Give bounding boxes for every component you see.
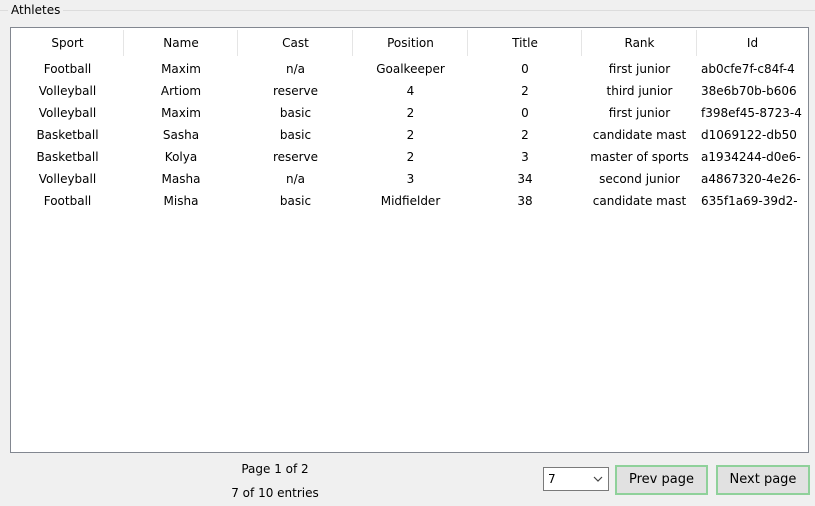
cell-title: 2 <box>521 128 529 142</box>
entries-info: 7 of 10 entries <box>231 486 319 500</box>
cell-title: 0 <box>521 62 529 76</box>
table-row[interactable]: Volleyball Masha n/a 3 34 second junior … <box>11 168 808 190</box>
column-header-name[interactable]: Name <box>124 28 238 58</box>
cell-id: 38e6b70b-b606 <box>701 84 797 98</box>
cell-rank: third junior <box>606 84 673 98</box>
athletes-table[interactable]: Sport Name Cast Position Title Rank Id F… <box>10 27 809 453</box>
cell-cast: basic <box>279 194 312 208</box>
table-row[interactable]: Volleyball Maxim basic 2 0 first junior … <box>11 102 808 124</box>
cell-id: a1934244-d0e6- <box>701 150 801 164</box>
cell-name: Artiom <box>160 84 202 98</box>
column-header-title[interactable]: Title <box>468 28 582 58</box>
column-header-rank[interactable]: Rank <box>582 28 697 58</box>
cell-position: 3 <box>406 172 415 186</box>
cell-rank: candidate mast <box>592 194 687 208</box>
column-header-cast[interactable]: Cast <box>238 28 353 58</box>
cell-position: 2 <box>406 106 415 120</box>
cell-id: 635f1a69-39d2- <box>701 194 798 208</box>
cell-name: Maxim <box>161 62 201 76</box>
column-header-id[interactable]: Id <box>697 28 808 58</box>
cell-name: Kolya <box>164 150 198 164</box>
page-size-value: 7 <box>548 472 556 486</box>
cell-rank: candidate mast <box>592 128 687 142</box>
column-header-position[interactable]: Position <box>353 28 468 58</box>
cell-cast: n/a <box>285 172 305 186</box>
table-row[interactable]: Basketball Sasha basic 2 2 candidate mas… <box>11 124 808 146</box>
chevron-down-icon <box>593 476 603 482</box>
table-row[interactable]: Basketball Kolya reserve 2 3 master of s… <box>11 146 808 168</box>
cell-title: 34 <box>517 172 533 186</box>
group-title: Athletes <box>8 2 64 18</box>
cell-id: ab0cfe7f-c84f-4 <box>701 62 795 76</box>
cell-position: 2 <box>406 128 415 142</box>
cell-title: 2 <box>521 84 529 98</box>
cell-cast: reserve <box>272 150 319 164</box>
cell-cast: reserve <box>272 84 319 98</box>
cell-title: 38 <box>517 194 533 208</box>
cell-sport: Football <box>43 194 92 208</box>
cell-rank: second junior <box>599 172 680 186</box>
cell-rank: first junior <box>608 106 671 120</box>
cell-name: Misha <box>163 194 199 208</box>
cell-id: f398ef45-8723-4 <box>701 106 802 120</box>
cell-position: Goalkeeper <box>376 62 445 76</box>
cell-position: 4 <box>406 84 415 98</box>
cell-id: a4867320-4e26- <box>701 172 801 186</box>
cell-cast: basic <box>279 106 312 120</box>
group-border <box>0 10 815 11</box>
cell-title: 3 <box>521 150 529 164</box>
cell-position: Midfielder <box>380 194 441 208</box>
cell-sport: Volleyball <box>38 106 97 120</box>
cell-position: 2 <box>406 150 415 164</box>
table-row[interactable]: Football Misha basic Midfielder 38 candi… <box>11 190 808 212</box>
cell-name: Maxim <box>161 106 201 120</box>
column-header-sport[interactable]: Sport <box>11 28 124 58</box>
next-page-button[interactable]: Next page <box>716 465 810 495</box>
table-header: Sport Name Cast Position Title Rank Id <box>11 28 808 58</box>
cell-rank: master of sports <box>590 150 689 164</box>
cell-title: 0 <box>521 106 529 120</box>
cell-sport: Volleyball <box>38 84 97 98</box>
cell-name: Sasha <box>162 128 200 142</box>
cell-sport: Basketball <box>36 150 99 164</box>
cell-sport: Football <box>43 62 92 76</box>
prev-page-button[interactable]: Prev page <box>615 465 708 495</box>
cell-name: Masha <box>161 172 201 186</box>
table-row[interactable]: Football Maxim n/a Goalkeeper 0 first ju… <box>11 58 808 80</box>
page-info: Page 1 of 2 <box>241 462 309 476</box>
cell-cast: n/a <box>285 62 305 76</box>
table-row[interactable]: Volleyball Artiom reserve 4 2 third juni… <box>11 80 808 102</box>
page-size-select[interactable]: 7 <box>543 467 609 491</box>
cell-sport: Basketball <box>36 128 99 142</box>
cell-sport: Volleyball <box>38 172 97 186</box>
cell-id: d1069122-db50 <box>701 128 797 142</box>
cell-rank: first junior <box>608 62 671 76</box>
cell-cast: basic <box>279 128 312 142</box>
